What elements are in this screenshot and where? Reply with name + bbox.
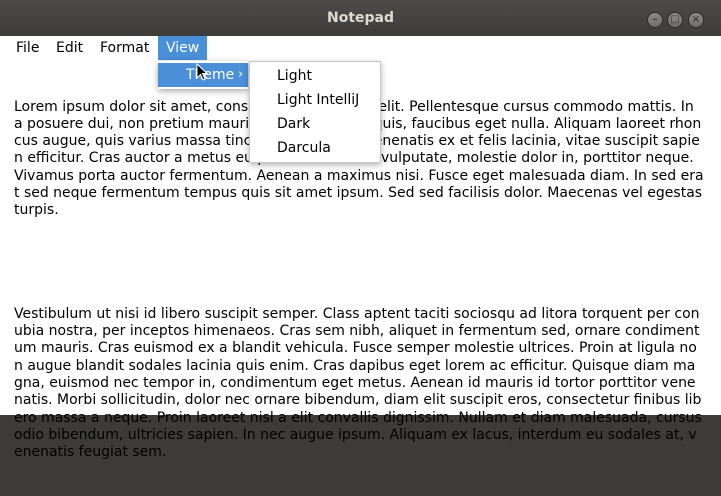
menu-file[interactable]: File bbox=[8, 36, 47, 60]
menu-edit[interactable]: Edit bbox=[48, 36, 91, 60]
theme-item-light[interactable]: Light bbox=[277, 64, 312, 88]
notepad-window: Notepad – □ × File Edit Format View Lore… bbox=[0, 0, 721, 460]
theme-item-darcula[interactable]: Darcula bbox=[277, 136, 331, 160]
menu-view[interactable]: View bbox=[158, 36, 208, 60]
maximize-icon[interactable]: □ bbox=[667, 12, 683, 28]
theme-item-light-intellij[interactable]: Light IntelliJ bbox=[277, 88, 359, 112]
minimize-icon[interactable]: – bbox=[647, 12, 663, 28]
paragraph-2: Vestibulum ut nisi id libero suscipit se… bbox=[14, 305, 707, 461]
chevron-right-icon: › bbox=[238, 67, 244, 82]
menu-item-theme-label: Theme bbox=[186, 67, 235, 83]
title-bar[interactable]: Notepad – □ × bbox=[0, 0, 721, 36]
menu-bar: File Edit Format View bbox=[0, 36, 721, 61]
theme-submenu: Light Light IntelliJ Dark Darcula bbox=[249, 61, 381, 163]
mouse-pointer-icon bbox=[196, 63, 208, 81]
menu-format[interactable]: Format bbox=[92, 36, 157, 60]
close-icon[interactable]: × bbox=[688, 12, 704, 28]
window-title: Notepad bbox=[326, 10, 394, 26]
theme-item-dark[interactable]: Dark bbox=[277, 112, 310, 136]
